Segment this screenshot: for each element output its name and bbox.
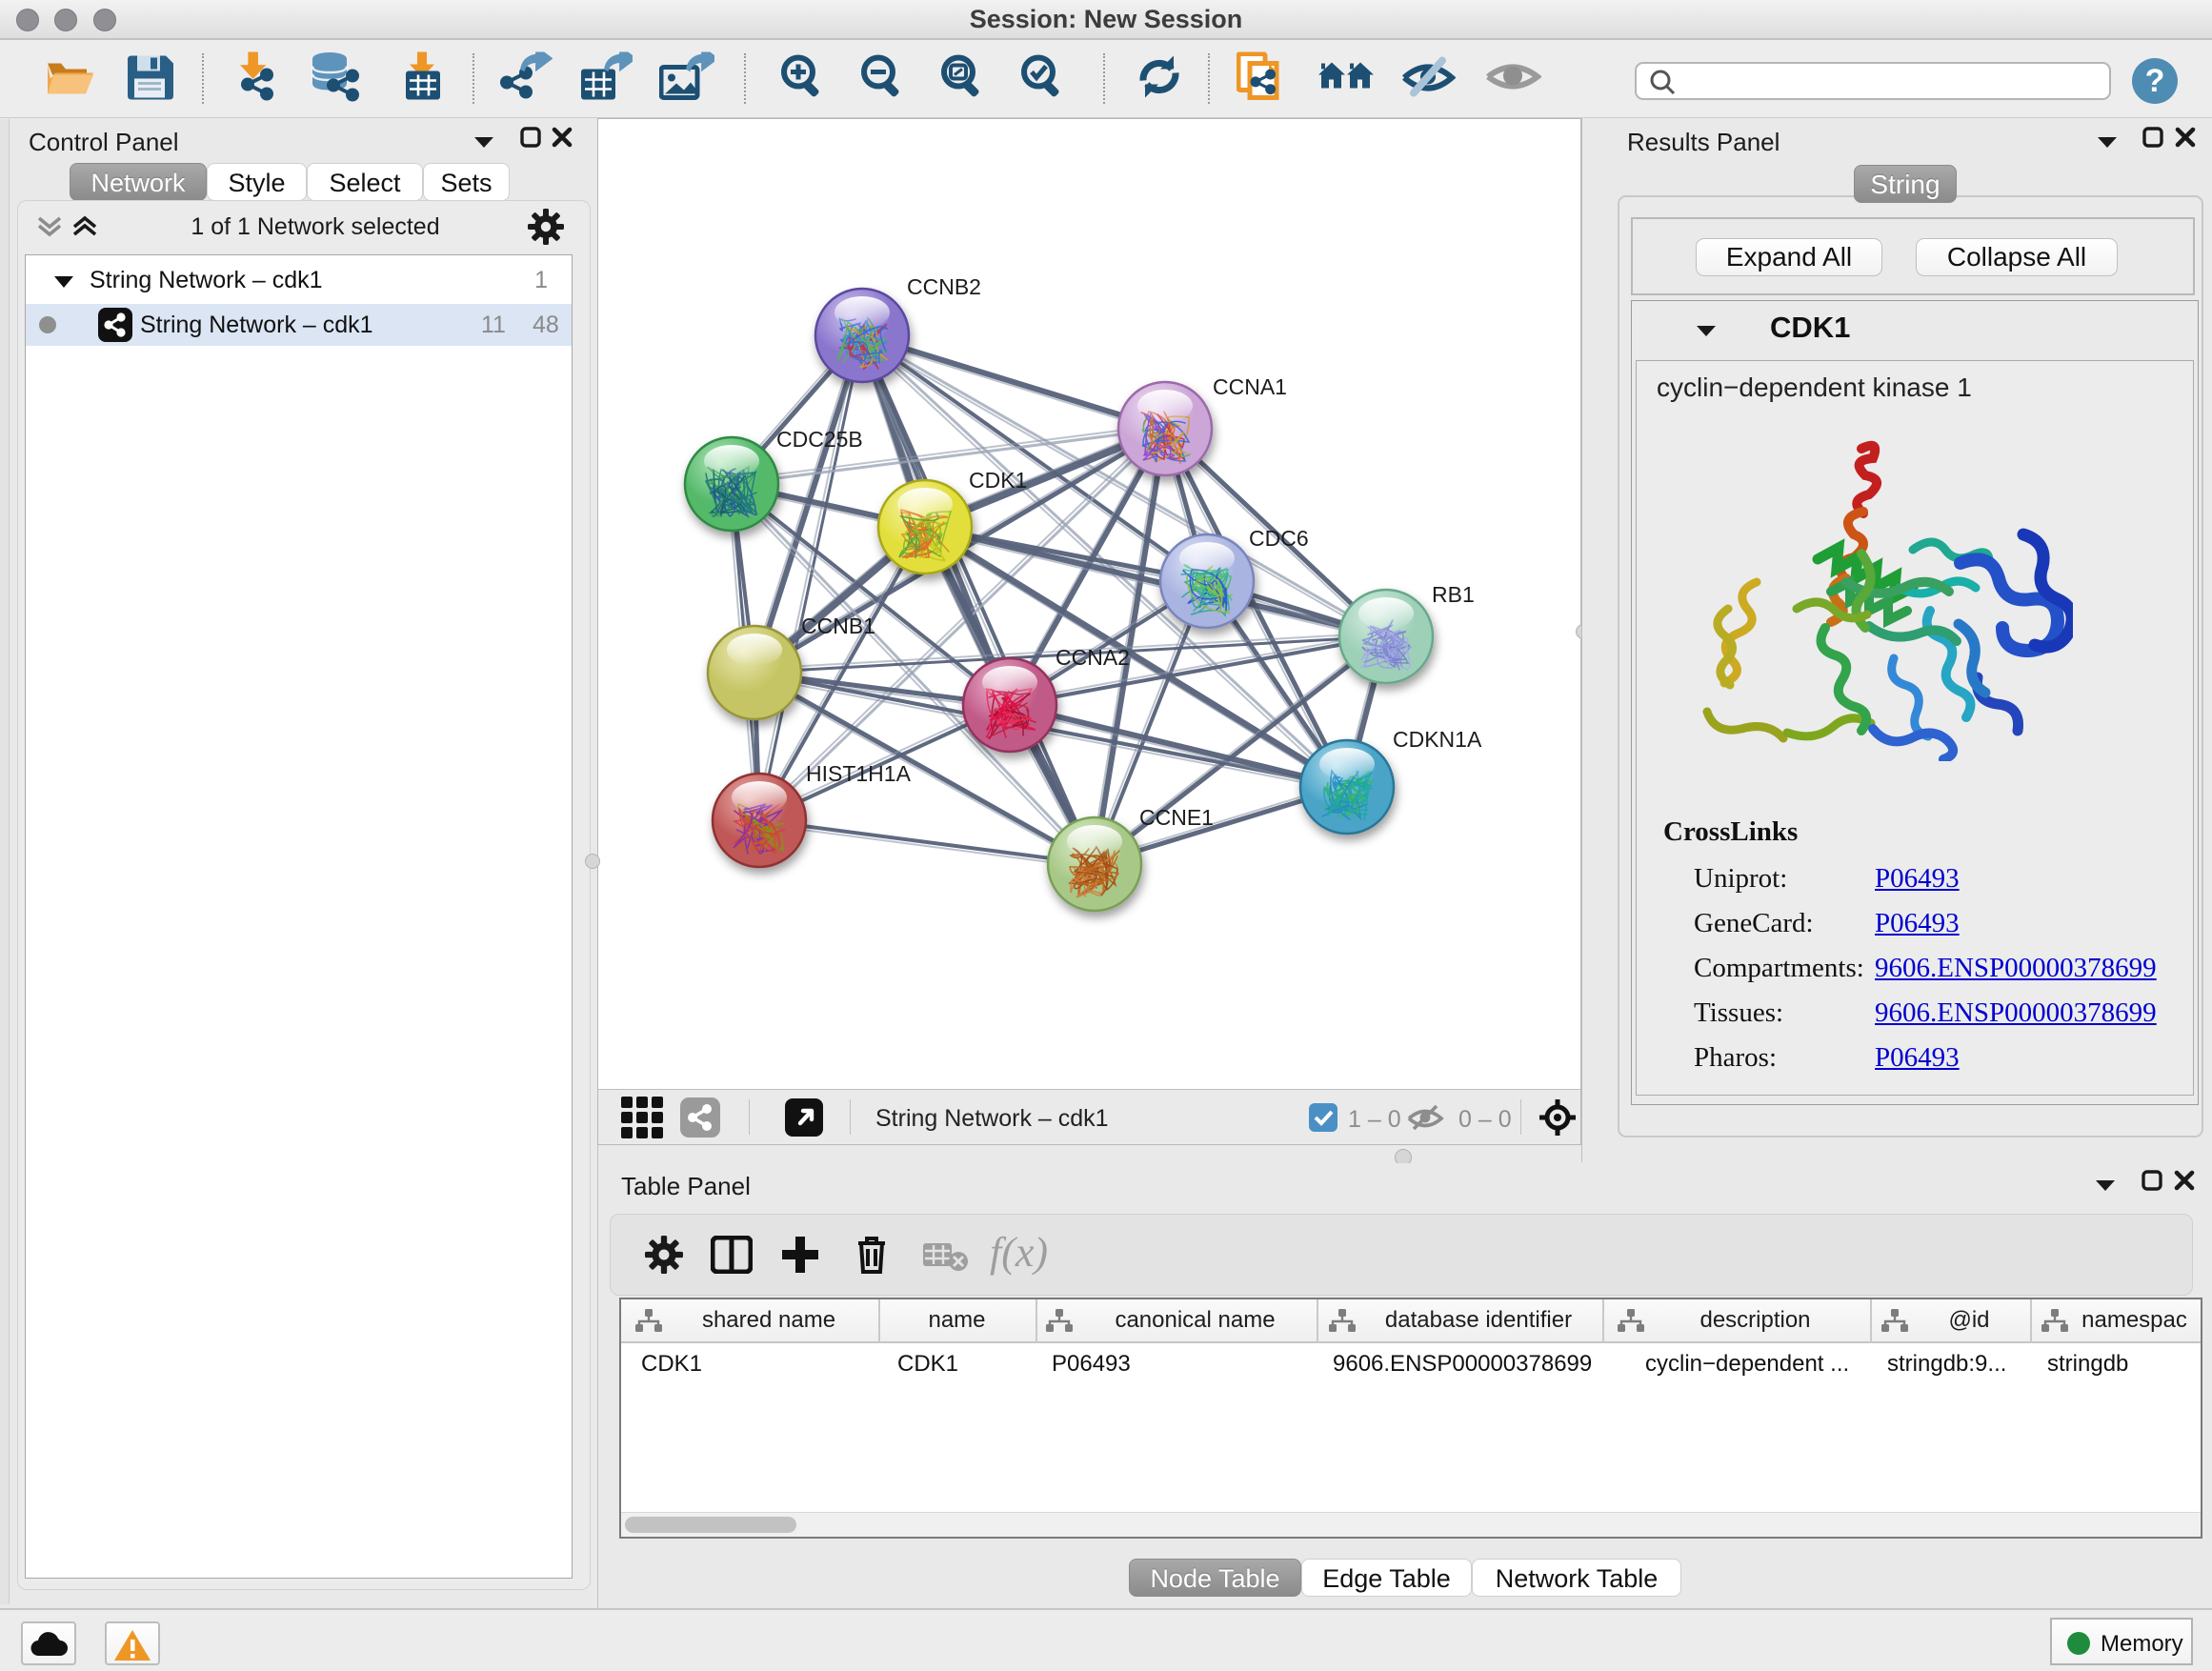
svg-text:CCNA2: CCNA2	[1056, 645, 1130, 670]
svg-text:RB1: RB1	[1432, 582, 1475, 607]
svg-text:CCNB2: CCNB2	[907, 274, 981, 299]
svg-text:CCNA1: CCNA1	[1213, 374, 1287, 399]
svg-text:CDK1: CDK1	[969, 468, 1027, 493]
svg-text:CCNE1: CCNE1	[1139, 805, 1214, 830]
svg-text:HIST1H1A: HIST1H1A	[806, 761, 912, 786]
svg-text:CCNB1: CCNB1	[801, 614, 875, 638]
svg-text:CDKN1A: CDKN1A	[1393, 727, 1482, 752]
svg-text:CDC25B: CDC25B	[776, 427, 863, 452]
svg-text:CDC6: CDC6	[1249, 526, 1309, 551]
